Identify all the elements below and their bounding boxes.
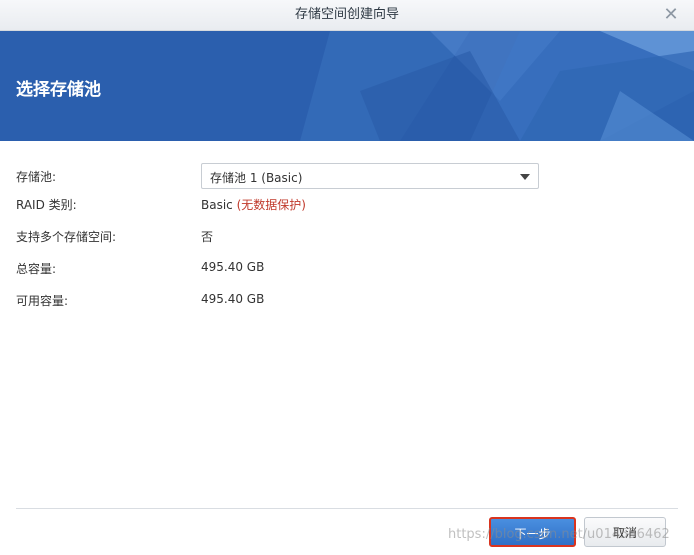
dialog-title: 存储空间创建向导 — [294, 7, 399, 22]
multi-volume-value: 否 — [201, 230, 214, 244]
raid-type-text: Basic — [201, 198, 233, 212]
raid-type-value: Basic (无数据保护) — [201, 196, 306, 213]
storage-pool-select[interactable]: 存储池 1 (Basic) — [201, 163, 539, 189]
available-capacity-label: 可用容量: — [16, 294, 69, 308]
total-capacity-label: 总容量: — [16, 262, 57, 276]
next-button[interactable]: 下一步 — [489, 517, 576, 547]
row-total-capacity: 总容量: 495.40 GB — [0, 254, 694, 282]
no-protection-note: (无数据保护) — [236, 198, 306, 212]
wizard-dialog: 存储空间创建向导 ✕ 选择存储池 存储池: 存储池 1 (Basic) RAID… — [0, 0, 694, 555]
close-icon[interactable]: ✕ — [660, 4, 682, 26]
available-capacity-value: 495.40 GB — [201, 292, 265, 306]
multi-volume-label: 支持多个存储空间: — [16, 230, 117, 244]
header-banner: 选择存储池 — [0, 31, 694, 141]
row-available-capacity: 可用容量: 495.40 GB — [0, 286, 694, 314]
total-capacity-value: 495.40 GB — [201, 260, 265, 274]
chevron-down-icon[interactable] — [520, 174, 530, 180]
raid-type-label: RAID 类别: — [16, 198, 77, 212]
page-heading: 选择存储池 — [16, 80, 101, 100]
footer-divider — [16, 508, 678, 509]
row-storage-pool: 存储池: 存储池 1 (Basic) — [0, 156, 694, 189]
cancel-button[interactable]: 取消 — [584, 517, 666, 547]
row-raid-type: RAID 类别: Basic (无数据保护) — [0, 190, 694, 218]
title-bar: 存储空间创建向导 ✕ — [0, 0, 694, 31]
row-multi-volume: 支持多个存储空间: 否 — [0, 222, 694, 250]
storage-pool-selected-value: 存储池 1 (Basic) — [210, 171, 303, 185]
banner-decoration — [300, 31, 694, 141]
storage-pool-label: 存储池: — [16, 170, 57, 184]
